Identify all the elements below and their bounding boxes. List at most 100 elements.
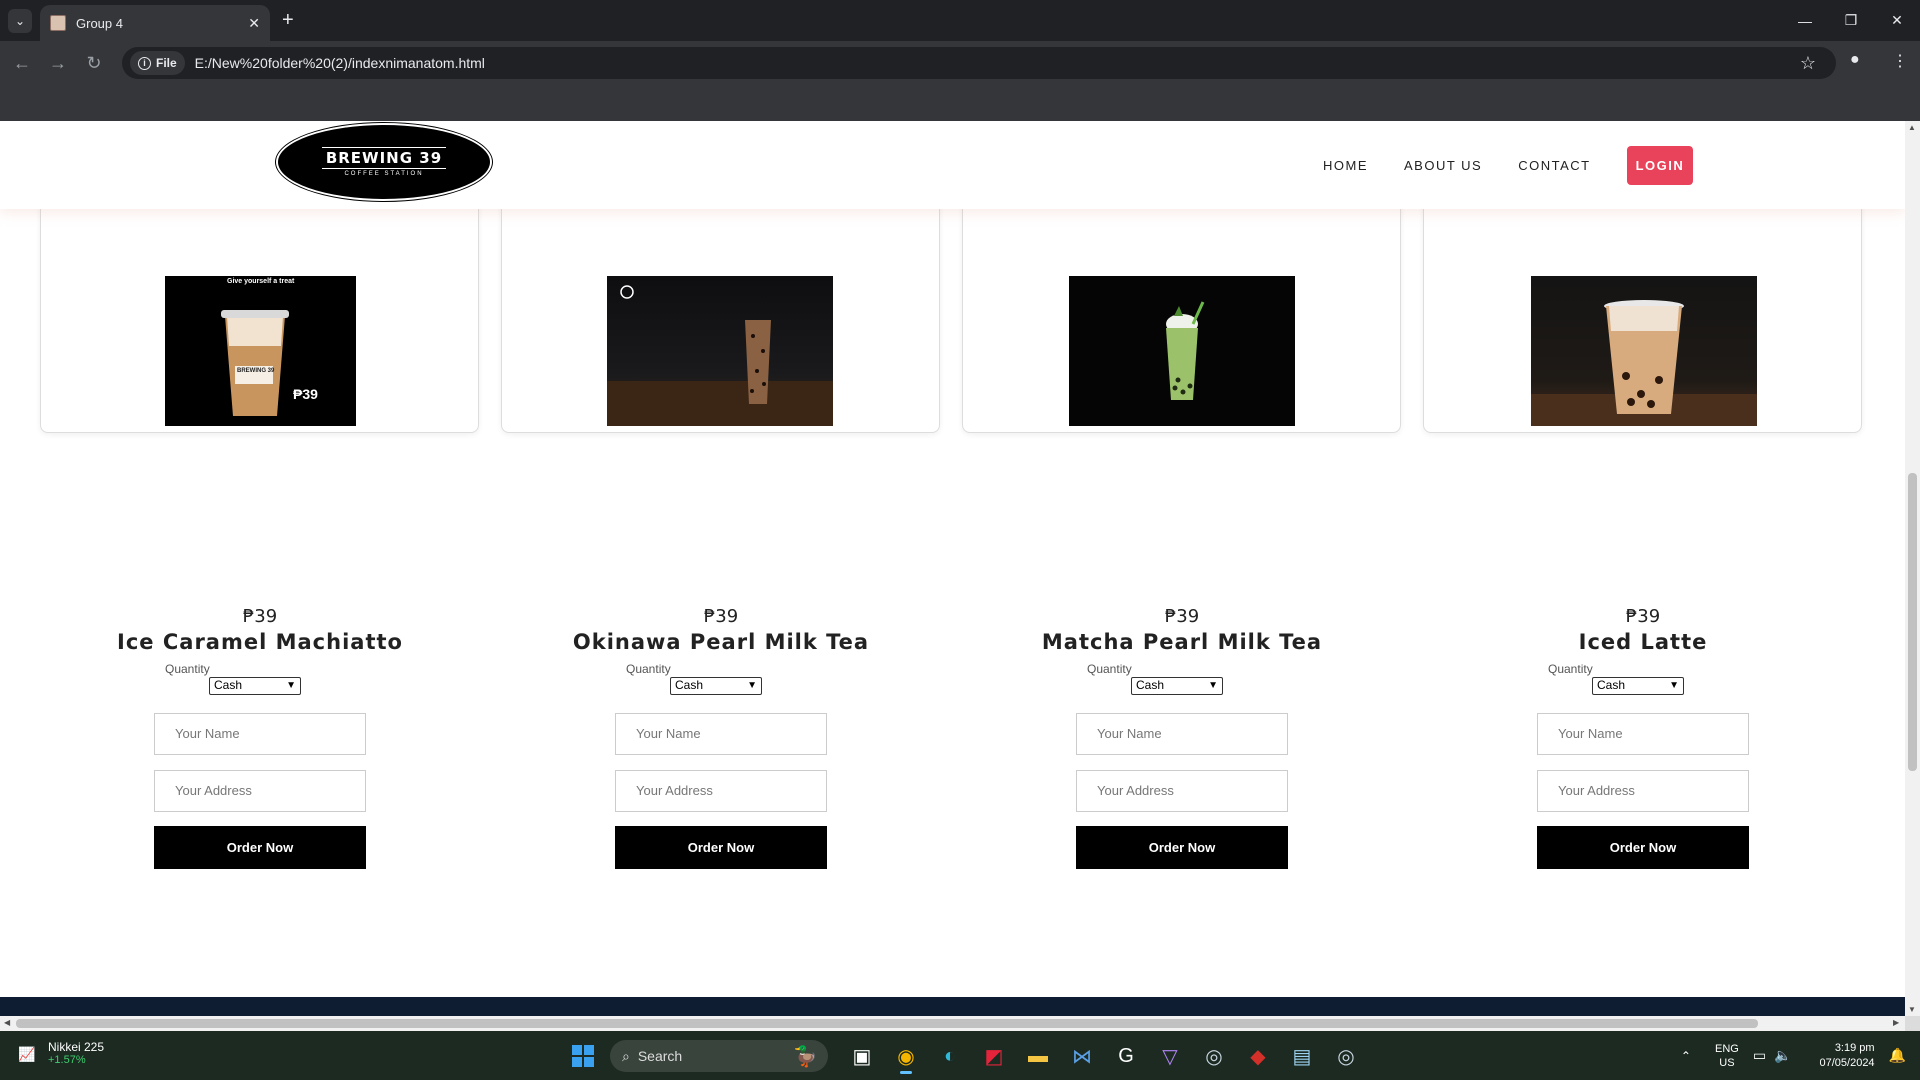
vertical-scroll-thumb[interactable] [1908,473,1917,771]
window-controls: — ❐ ✕ [1782,0,1920,41]
back-icon[interactable]: ← [10,51,34,75]
minimize-icon[interactable]: — [1782,0,1828,41]
chevron-down-icon: ▼ [1208,680,1218,691]
product-card [1423,191,1862,433]
chrome-icon[interactable]: ◉ [888,1038,924,1074]
product-price: ₱39 [703,606,739,627]
product-card: Give yourself a treat BREWING 39 ₱39 [40,191,479,433]
scrollbar-corner [1905,1016,1920,1031]
dota-icon[interactable]: ◆ [1240,1038,1276,1074]
system-tray: ⌃ ENG US ▭ 🔈 3:19 pm 07/05/2024 🔔 [1681,1031,1920,1080]
order-now-button[interactable]: Order Now [154,826,366,869]
select-value: Cash [1597,678,1626,692]
login-button[interactable]: LOGIN [1626,146,1694,185]
address-input[interactable]: Your Address [1076,770,1288,812]
site-footer [0,997,1905,1016]
name-input[interactable]: Your Name [1076,713,1288,755]
site-header: BREWING 39 COFFEE STATION HOME ABOUT US … [0,121,1905,209]
volume-icon[interactable]: 🔈 [1774,1047,1791,1064]
order-column-matcha: ₱39 Matcha Pearl Milk Tea Quantity Cash ▼… [952,606,1412,869]
name-input[interactable]: Your Name [154,713,366,755]
lang-bottom: US [1719,1056,1735,1069]
bookmarks-bar [0,85,1920,121]
visual-studio-icon[interactable]: ⋈ [1064,1038,1100,1074]
payment-select[interactable]: Cash ▼ [670,677,762,695]
order-now-button[interactable]: Order Now [1076,826,1288,869]
reload-icon[interactable]: ↻ [82,51,106,75]
select-value: Cash [1136,678,1165,692]
stock-widget[interactable]: 📈 Nikkei 225 +1.57% [18,1040,104,1066]
notification-bell-icon[interactable]: 🔔 [1889,1047,1906,1064]
payment-select[interactable]: Cash ▼ [209,677,301,695]
name-input[interactable]: Your Name [1537,713,1749,755]
vpn-icon[interactable]: ▽ [1152,1038,1188,1074]
product-image-latte [1531,276,1757,426]
address-bar[interactable]: i File E:/New%20folder%20(2)/indexnimana… [122,47,1836,79]
browser-toolbar: ← → ↻ i File E:/New%20folder%20(2)/index… [0,41,1920,85]
windows-taskbar: 📈 Nikkei 225 +1.57% ⌕ Search 🦆 ▣ ◉ ◐ ◩ ▬… [0,1031,1920,1080]
address-input[interactable]: Your Address [1537,770,1749,812]
payment-select[interactable]: Cash ▼ [1592,677,1684,695]
bookmark-star-icon[interactable]: ☆ [1800,53,1816,74]
amd-icon[interactable]: ◩ [976,1038,1012,1074]
close-window-icon[interactable]: ✕ [1874,0,1920,41]
windows-start-icon[interactable] [572,1045,594,1067]
product-image-okinawa [607,276,833,426]
quantity-label: Quantity [165,662,210,676]
address-input[interactable]: Your Address [615,770,827,812]
g-app-icon[interactable]: G [1108,1038,1144,1074]
profile-icon[interactable]: ● [1850,51,1860,69]
taskbar-search[interactable]: ⌕ Search 🦆 [610,1040,828,1072]
quantity-label: Quantity [626,662,671,676]
language-indicator[interactable]: ENG US [1715,1042,1739,1070]
tab-search-icon[interactable]: ⌄ [8,9,32,33]
steam-running-icon[interactable]: ◎ [1328,1038,1364,1074]
tab-title: Group 4 [76,15,123,31]
product-image-matcha [1069,276,1295,426]
select-value: Cash [214,678,243,692]
url-text[interactable]: E:/New%20folder%20(2)/indexnimanatom.htm… [195,55,485,71]
file-explorer-icon[interactable]: ▬ [1020,1038,1056,1074]
scroll-down-icon[interactable]: ▼ [1908,1005,1916,1014]
order-column-okinawa: ₱39 Okinawa Pearl Milk Tea Quantity Cash… [491,606,951,869]
menu-icon[interactable]: ⋮ [1892,51,1908,71]
taskbar-apps: ⌕ Search 🦆 ▣ ◉ ◐ ◩ ▬ ⋈ G ▽ ◎ ◆ ▤ ◎ [572,1038,1368,1074]
new-tab-icon[interactable]: + [282,9,294,32]
product-price: ₱39 [242,606,278,627]
scroll-right-icon[interactable]: ▶ [1893,1018,1899,1027]
restore-icon[interactable]: ❐ [1828,0,1874,41]
horizontal-scrollbar[interactable]: ◀ ▶ [0,1016,1905,1031]
site-info-chip[interactable]: i File [130,51,185,75]
forward-icon[interactable]: → [46,51,70,75]
site-nav: HOME ABOUT US CONTACT LOGIN [1323,146,1694,185]
address-input[interactable]: Your Address [154,770,366,812]
scroll-left-icon[interactable]: ◀ [4,1018,10,1027]
payment-select[interactable]: Cash ▼ [1131,677,1223,695]
order-now-button[interactable]: Order Now [1537,826,1749,869]
task-view-icon[interactable]: ▣ [844,1038,880,1074]
brewing39-logo[interactable]: BREWING 39 COFFEE STATION [275,122,493,202]
order-now-button[interactable]: Order Now [615,826,827,869]
edge-icon[interactable]: ◐ [932,1038,968,1074]
tab-favicon-icon [50,15,66,31]
widget-change: +1.57% [48,1054,86,1066]
scroll-up-icon[interactable]: ▲ [1908,123,1916,132]
nav-home[interactable]: HOME [1323,158,1368,173]
duck-icon: 🦆 [793,1046,818,1068]
nav-about-us[interactable]: ABOUT US [1404,158,1482,173]
tray-overflow-icon[interactable]: ⌃ [1681,1049,1691,1063]
horizontal-scroll-thumb[interactable] [16,1019,1758,1028]
steam-icon[interactable]: ◎ [1196,1038,1232,1074]
order-column-caramel: ₱39 Ice Caramel Machiatto Quantity Cash ▼… [30,606,490,869]
product-price: ₱39 [1625,606,1661,627]
clock[interactable]: 3:19 pm 07/05/2024 [1820,1041,1875,1071]
monitor-app-icon[interactable]: ▤ [1284,1038,1320,1074]
vertical-scrollbar[interactable]: ▲ ▼ [1905,121,1920,1016]
browser-tabbar: ⌄ Group 4 ✕ + — ❐ ✕ [0,0,1920,41]
name-input[interactable]: Your Name [615,713,827,755]
browser-tab[interactable]: Group 4 ✕ [40,5,270,41]
product-price: ₱39 [1164,606,1200,627]
tab-close-icon[interactable]: ✕ [248,15,260,32]
nav-contact[interactable]: CONTACT [1518,158,1590,173]
network-icon[interactable]: ▭ [1753,1047,1766,1064]
